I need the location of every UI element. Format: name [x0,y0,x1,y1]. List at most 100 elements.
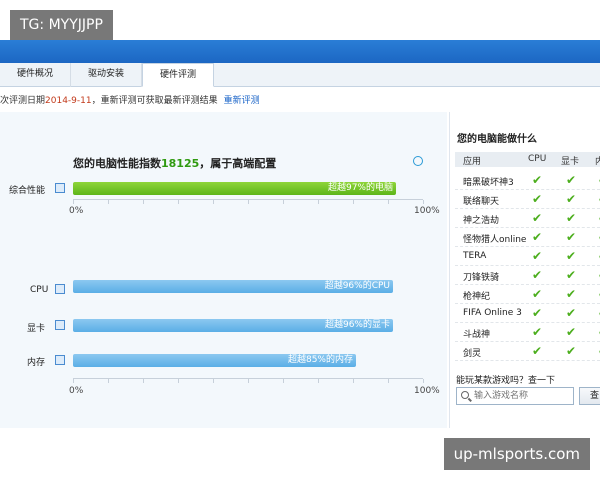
cpu-check-icon: ✔ [532,268,543,282]
cpu-label: CPU [30,285,49,295]
axis-tick [73,379,74,383]
cpu-check-icon: ✔ [532,173,543,187]
axis-tick [353,379,354,383]
watermark-top: TG: MYYJJPP [10,10,113,40]
games-table-header: 应用 CPU 显卡 内 [455,152,600,167]
col-memory: 内 [595,157,600,167]
gpu-check-icon: ✔ [566,325,577,339]
info-suffix: ，重新评测可获取最新评测结果 [91,96,218,106]
info-prefix: 次评测日期 [0,96,46,106]
gpu-check-icon: ✔ [566,344,577,358]
axis-tick [73,200,74,204]
gpu-check-icon: ✔ [566,230,577,244]
game-row: 神之浩劫✔✔✔ [455,209,600,228]
overall-axis-start: 0% [69,206,84,216]
cpu-check-icon: ✔ [532,344,543,358]
game-row: 枪神纪✔✔✔ [455,285,600,304]
game-row: FIFA Online 3✔✔✔ [455,304,600,323]
axis-tick [108,379,109,383]
axis-tick [248,200,249,204]
axis-tick [318,200,319,204]
col-cpu: CPU [528,154,547,164]
game-name: 神之浩劫 [463,216,500,226]
axis-tick [283,200,284,204]
benchmark-date: 2014-9-11 [45,96,92,106]
axis-tick [388,379,389,383]
window-titlebar [0,40,600,63]
cpu-check-icon: ✔ [532,211,543,225]
memory-icon[interactable] [55,355,65,365]
tab-bar: 硬件概况 驱动安装 硬件评测 [0,63,600,87]
cpu-check-icon: ✔ [532,230,543,244]
axis-tick [143,379,144,383]
gpu-check-icon: ✔ [566,173,577,187]
game-name: 斗战神 [463,330,491,340]
game-row: 暗黑破坏神3✔✔✔ [455,171,600,190]
search-question: 能玩某款游戏吗？查一下 [456,376,556,386]
game-search-field[interactable] [456,387,574,405]
axis-tick [108,200,109,204]
game-name: 暗黑破坏神3 [463,178,514,188]
overall-axis-end: 100% [414,206,440,216]
memory-label: 内存 [27,358,46,368]
col-app: 应用 [463,157,482,167]
gpu-check-icon: ✔ [566,192,577,206]
axis-tick [353,200,354,204]
axis-tick [248,379,249,383]
game-name: 怪物猎人online [463,235,527,245]
cpu-icon[interactable] [55,284,65,294]
axis-tick [178,200,179,204]
game-row: 斗战神✔✔✔ [455,323,600,342]
game-search-input[interactable] [474,388,574,404]
memory-bar-text: 超越85%的内存 [287,355,353,365]
game-name: TERA [463,251,487,261]
overall-bar-text: 超越97%的电脑 [327,183,393,193]
cpu-check-icon: ✔ [532,249,543,263]
tab-hardware-benchmark[interactable]: 硬件评测 [142,63,215,87]
gpu-check-icon: ✔ [566,306,577,320]
cpu-check-icon: ✔ [532,192,543,206]
axis-tick [283,379,284,383]
gpu-bar: 超越96%的显卡 [73,319,393,332]
game-name: 刀锋铁骑 [463,273,500,283]
cpu-check-icon: ✔ [532,306,543,320]
overall-bar: 超越97%的电脑 [73,182,396,195]
gpu-check-icon: ✔ [566,287,577,301]
game-row: TERA✔✔✔ [455,247,600,266]
tab-hardware-overview[interactable]: 硬件概况 [0,63,72,87]
memory-bar: 超越85%的内存 [73,354,356,367]
game-row: 刀锋铁骑✔✔✔ [455,266,600,285]
game-row: 剑灵✔✔✔ [455,342,600,361]
cpu-check-icon: ✔ [532,287,543,301]
axis-tick [423,200,424,204]
game-name: 枪神纪 [463,292,491,302]
gpu-icon[interactable] [55,320,65,330]
col-gpu: 显卡 [561,157,580,167]
cpu-bar: 超越96%的CPU [73,280,393,293]
share-icon[interactable] [413,156,423,166]
axis-tick [213,379,214,383]
gpu-check-icon: ✔ [566,249,577,263]
cpu-check-icon: ✔ [532,325,543,339]
axis-tick [143,200,144,204]
search-button[interactable]: 查 [579,387,600,405]
axis-tick [318,379,319,383]
gpu-bar-text: 超越96%的显卡 [324,320,390,330]
components-axis-end: 100% [414,386,440,396]
game-name: 联络聊天 [463,197,500,207]
game-name: 剑灵 [463,349,482,359]
axis-tick [178,379,179,383]
game-row: 联络聊天✔✔✔ [455,190,600,209]
game-name: FIFA Online 3 [463,308,522,318]
watermark-bottom: up-mlsports.com [443,438,590,470]
clipboard-icon[interactable] [55,183,65,193]
components-axis-start: 0% [69,386,84,396]
tab-driver-install[interactable]: 驱动安装 [71,63,143,87]
axis-tick [213,200,214,204]
performance-score-value: 18125 [161,157,200,170]
cpu-bar-text: 超越96%的CPU [324,281,390,291]
overall-label: 综合性能 [9,186,46,196]
search-icon [461,391,469,399]
rerun-benchmark-link[interactable]: 重新评测 [224,96,260,106]
gpu-check-icon: ✔ [566,211,577,225]
